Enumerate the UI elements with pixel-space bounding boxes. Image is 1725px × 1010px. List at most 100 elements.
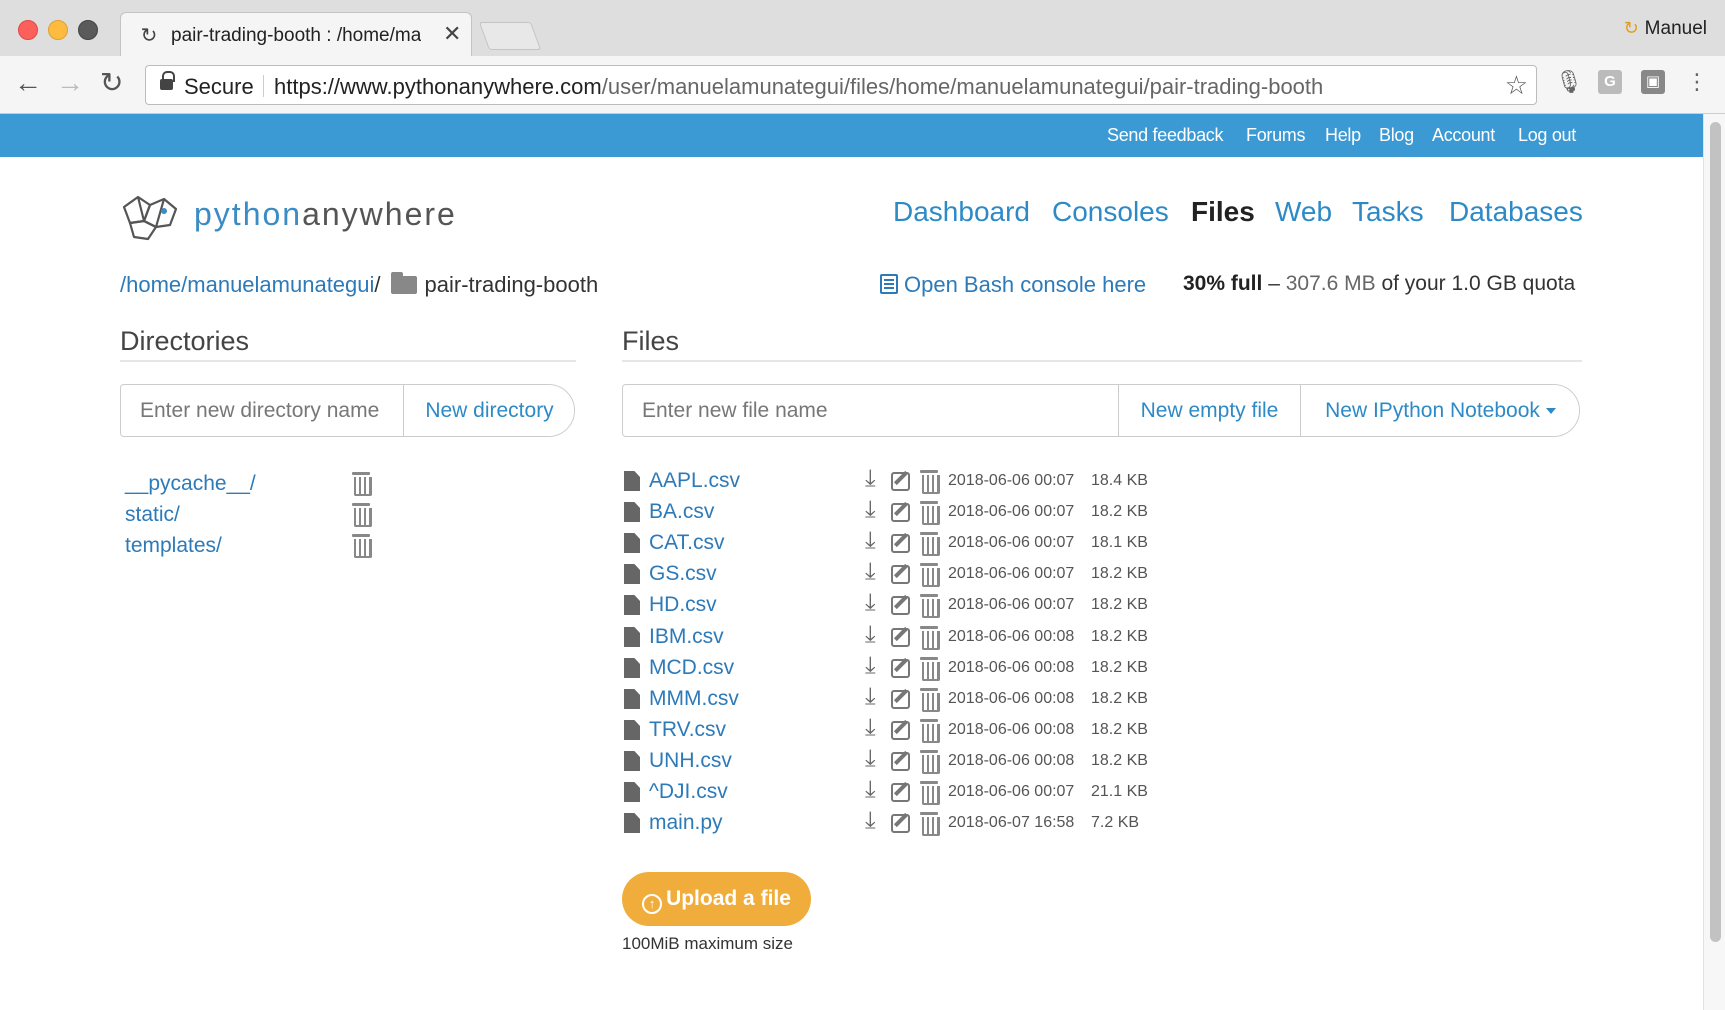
forums-link[interactable]: Forums [1246,125,1306,146]
nav-databases[interactable]: Databases [1449,196,1583,228]
edit-icon[interactable] [891,472,910,491]
nav-files[interactable]: Files [1191,196,1255,228]
file-link[interactable]: ^DJI.csv [649,780,728,804]
file-link[interactable]: MMM.csv [649,687,739,711]
download-icon[interactable] [864,590,886,617]
trash-icon[interactable] [920,781,940,805]
edit-icon[interactable] [891,783,910,802]
menu-dots-icon[interactable]: ⋮ [1685,70,1709,94]
edit-icon[interactable] [891,596,910,615]
download-icon[interactable] [864,466,886,493]
download-icon[interactable] [864,684,886,711]
edit-icon[interactable] [891,503,910,522]
file-link[interactable]: AAPL.csv [649,469,740,493]
edit-icon[interactable] [891,752,910,771]
download-icon[interactable] [864,559,886,586]
forward-arrow-icon[interactable]: → [56,68,84,98]
breadcrumb: /home/manuelamunategui/ pair-trading-boot… [120,272,598,298]
close-icon[interactable]: ✕ [443,21,461,47]
download-icon[interactable] [864,746,886,773]
edit-icon[interactable] [891,628,910,647]
download-icon[interactable] [864,777,886,804]
trash-icon[interactable] [920,532,940,556]
pythonanywhere-logo-icon[interactable] [120,193,182,243]
logout-link[interactable]: Log out [1518,125,1576,146]
new-directory-button[interactable]: New directory [403,385,574,436]
browser-tab[interactable]: ↻ pair-trading-booth : /home/ma ✕ [120,12,472,56]
download-icon[interactable] [864,653,886,680]
directory-link[interactable]: templates/ [125,534,222,558]
nav-dashboard[interactable]: Dashboard [893,196,1030,228]
reload-icon[interactable]: ↻ [100,68,123,98]
scrollbar[interactable] [1703,114,1725,1010]
trash-icon[interactable] [352,503,372,527]
trash-icon[interactable] [920,470,940,494]
file-link[interactable]: UNH.csv [649,749,732,773]
trash-icon[interactable] [920,501,940,525]
trash-icon[interactable] [920,688,940,712]
breadcrumb-home[interactable]: /home/ [120,272,187,297]
trash-icon[interactable] [920,657,940,681]
download-icon[interactable] [864,808,886,835]
new-file-input[interactable] [623,385,1118,436]
microphone-icon[interactable]: 🎙 [1555,70,1583,94]
edit-icon[interactable] [891,534,910,553]
minimize-window-button[interactable] [48,20,68,40]
profile-button[interactable]: ↻ Manuel [1624,18,1707,40]
download-icon[interactable] [864,528,886,555]
edit-icon[interactable] [891,565,910,584]
file-link[interactable]: main.py [649,811,723,835]
directory-link[interactable]: __pycache__/ [125,472,256,496]
download-icon[interactable] [864,497,886,524]
back-arrow-icon[interactable]: ← [14,68,42,98]
edit-icon[interactable] [891,814,910,833]
breadcrumb-current: pair-trading-booth [424,272,599,297]
trash-icon[interactable] [920,719,940,743]
breadcrumb-user[interactable]: manuelamunategui [187,272,374,297]
send-feedback-link[interactable]: Send feedback [1107,125,1224,146]
extension-g-icon[interactable]: G [1598,70,1622,94]
extension-icon[interactable]: ▣ [1641,70,1665,94]
close-window-button[interactable] [18,20,38,40]
trash-icon[interactable] [920,594,940,618]
account-link[interactable]: Account [1432,125,1495,146]
scrollbar-thumb[interactable] [1710,122,1721,942]
logo-wordmark[interactable]: pythonanywhere [194,196,457,233]
trash-icon[interactable] [352,534,372,558]
trash-icon[interactable] [920,750,940,774]
file-icon [624,658,640,678]
nav-web[interactable]: Web [1275,196,1332,228]
url-text[interactable]: https://www.pythonanywhere.com/user/manu… [274,74,1323,100]
download-icon[interactable] [864,622,886,649]
new-empty-file-button[interactable]: New empty file [1118,385,1300,436]
edit-icon[interactable] [891,659,910,678]
nav-consoles[interactable]: Consoles [1052,196,1169,228]
file-link[interactable]: TRV.csv [649,718,726,742]
new-directory-input[interactable] [121,385,403,436]
file-link[interactable]: CAT.csv [649,531,724,555]
file-row: GS.csv 2018-06-06 00:07 18.2 KB [622,559,1148,590]
bookmark-star-icon[interactable]: ☆ [1505,70,1528,101]
new-tab-button[interactable] [478,22,542,50]
edit-icon[interactable] [891,721,910,740]
help-link[interactable]: Help [1325,125,1361,146]
trash-icon[interactable] [920,563,940,587]
upload-file-button[interactable]: ↑ Upload a file [622,872,811,926]
nav-tasks[interactable]: Tasks [1352,196,1424,228]
zoom-window-button[interactable] [78,20,98,40]
directory-link[interactable]: static/ [125,503,180,527]
blog-link[interactable]: Blog [1379,125,1414,146]
download-icon[interactable] [864,715,886,742]
open-bash-console-link[interactable]: Open Bash console here [880,272,1146,298]
edit-icon[interactable] [891,690,910,709]
file-link[interactable]: BA.csv [649,500,714,524]
trash-icon[interactable] [352,472,372,496]
file-link[interactable]: HD.csv [649,593,717,617]
file-link[interactable]: MCD.csv [649,656,734,680]
trash-icon[interactable] [920,626,940,650]
address-bar[interactable]: Secure https://www.pythonanywhere.com/us… [145,65,1537,105]
new-ipython-notebook-button[interactable]: New IPython Notebook [1300,385,1579,436]
file-link[interactable]: IBM.csv [649,625,724,649]
trash-icon[interactable] [920,812,940,836]
file-link[interactable]: GS.csv [649,562,717,586]
